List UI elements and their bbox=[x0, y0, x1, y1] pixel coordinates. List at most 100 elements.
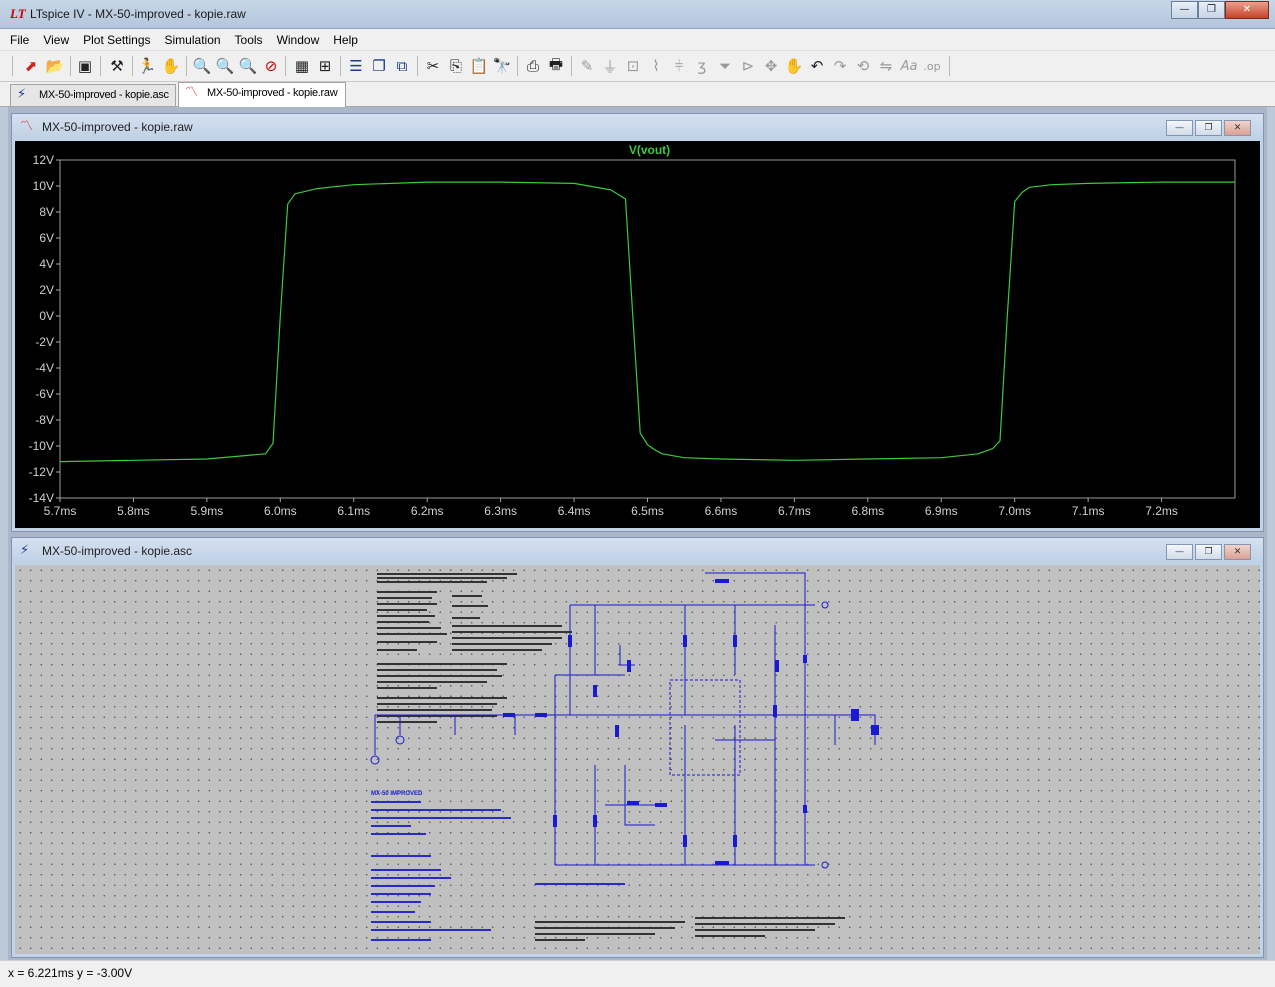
y-tick-label: -6V bbox=[35, 387, 54, 401]
capacitor-icon[interactable]: ⫩ bbox=[668, 55, 690, 77]
toolbar-separator bbox=[571, 56, 572, 76]
trace-label: V(vout) bbox=[629, 143, 670, 157]
axis-settings-icon[interactable]: ⊞ bbox=[314, 55, 336, 77]
x-tick-label: 7.1ms bbox=[1072, 504, 1105, 518]
tab-label: MX-50-improved - kopie.asc bbox=[39, 89, 169, 101]
toolbar-separator bbox=[517, 56, 518, 76]
toolbar-separator bbox=[12, 56, 13, 76]
redo-icon[interactable]: ↷ bbox=[829, 55, 851, 77]
y-tick-label: 12V bbox=[33, 153, 54, 167]
schematic-icon: ⚡ bbox=[20, 543, 30, 558]
maximize-button[interactable]: ❐ bbox=[1198, 1, 1225, 19]
ground-icon[interactable]: ⏚ bbox=[599, 55, 621, 77]
y-tick-label: 6V bbox=[39, 231, 54, 245]
schematic-drawing[interactable]: MX-50 IMPROVED bbox=[15, 565, 1260, 954]
title-bar: LT LTspice IV - MX-50-improved - kopie.r… bbox=[0, 0, 1275, 29]
close-button[interactable]: ✕ bbox=[1225, 1, 1269, 19]
zoom-cancel-icon[interactable]: ⊘ bbox=[260, 55, 282, 77]
toolbar-separator bbox=[70, 56, 71, 76]
halt-icon[interactable]: ✋ bbox=[160, 55, 182, 77]
drag-icon[interactable]: ✋ bbox=[783, 55, 805, 77]
component-icon[interactable]: ⊳ bbox=[737, 55, 759, 77]
x-tick-label: 7.2ms bbox=[1145, 504, 1178, 518]
resistor-icon[interactable]: ⌇ bbox=[645, 55, 667, 77]
menu-bar: File View Plot Settings Simulation Tools… bbox=[0, 29, 1275, 51]
x-tick-label: 5.7ms bbox=[44, 504, 77, 518]
window-title: LTspice IV - MX-50-improved - kopie.raw bbox=[30, 7, 246, 21]
maximize-button[interactable]: ❐ bbox=[1195, 120, 1222, 136]
menu-tools[interactable]: Tools bbox=[235, 33, 263, 47]
minimize-button[interactable]: — bbox=[1166, 544, 1193, 560]
y-tick-label: -14V bbox=[29, 491, 54, 505]
y-tick-label: -2V bbox=[35, 335, 54, 349]
tile-vertical-icon[interactable]: ⧉ bbox=[391, 55, 413, 77]
ltspice-logo-icon: LT bbox=[10, 6, 26, 21]
tile-horizontal-icon[interactable]: ☰ bbox=[345, 55, 367, 77]
print-preview-icon[interactable]: ⎙ bbox=[522, 55, 544, 77]
x-tick-label: 7.0ms bbox=[998, 504, 1031, 518]
draw-wire-icon[interactable]: ✎ bbox=[576, 55, 598, 77]
x-tick-label: 5.8ms bbox=[117, 504, 150, 518]
series-line-vout bbox=[59, 181, 1235, 463]
waveform-chart[interactable]: V(vout) 12V 10V 8V 6V 4V 2V 0V -2V -4V -6V -8V -10V -… bbox=[15, 141, 1260, 530]
status-bar: x = 6.221ms y = -3.00V bbox=[0, 960, 1275, 987]
menu-simulation[interactable]: Simulation bbox=[165, 33, 221, 47]
save-icon[interactable]: ▣ bbox=[74, 55, 96, 77]
cut-icon[interactable]: ✂ bbox=[422, 55, 444, 77]
y-tick-label: 0V bbox=[39, 309, 54, 323]
toolbar-separator bbox=[186, 56, 187, 76]
toolbar-separator bbox=[285, 56, 286, 76]
tab-schematic[interactable]: ⚡ MX-50-improved - kopie.asc bbox=[10, 84, 176, 106]
close-button[interactable]: ✕ bbox=[1224, 544, 1251, 560]
schematic-window-titlebar[interactable]: ⚡ MX-50-improved - kopie.asc — ❐ ✕ bbox=[12, 538, 1263, 564]
paste-icon[interactable]: 📋 bbox=[468, 55, 490, 77]
open-folder-icon[interactable]: 📂 bbox=[44, 55, 66, 77]
zoom-out-icon[interactable]: 🔍 bbox=[237, 55, 259, 77]
minimize-button[interactable]: — bbox=[1166, 120, 1193, 136]
plot-frame bbox=[59, 159, 1236, 499]
schematic-heading: MX-50 IMPROVED bbox=[371, 791, 423, 797]
menu-file[interactable]: File bbox=[10, 33, 29, 47]
autorange-icon[interactable]: ▦ bbox=[291, 55, 313, 77]
schematic-notes bbox=[371, 801, 625, 941]
control-panel-icon[interactable]: ⚒ bbox=[106, 55, 128, 77]
menu-window[interactable]: Window bbox=[277, 33, 320, 47]
maximize-button[interactable]: ❐ bbox=[1195, 544, 1222, 560]
undo-icon[interactable]: ↶ bbox=[806, 55, 828, 77]
menu-plot-settings[interactable]: Plot Settings bbox=[83, 33, 150, 47]
waveform-plot-area[interactable]: V(vout) 12V 10V 8V 6V 4V 2V 0V -2V -4V -6V -8V -10V -… bbox=[15, 141, 1260, 528]
tab-waveform[interactable]: 〽 MX-50-improved - kopie.raw bbox=[178, 82, 346, 107]
zoom-in-icon[interactable]: 🔍 bbox=[191, 55, 213, 77]
mirror-icon[interactable]: ⇋ bbox=[875, 55, 897, 77]
diode-icon[interactable]: ⏷ bbox=[714, 55, 736, 77]
mdi-workspace: 〽 MX-50-improved - kopie.raw — ❐ ✕ V(vou… bbox=[8, 107, 1267, 960]
label-net-icon[interactable]: ⊡ bbox=[622, 55, 644, 77]
minimize-button[interactable]: — bbox=[1171, 1, 1198, 19]
spice-directive-icon[interactable]: .op bbox=[921, 55, 943, 77]
run-icon[interactable]: 🏃 bbox=[136, 55, 158, 77]
close-button[interactable]: ✕ bbox=[1224, 120, 1251, 136]
y-tick-label: 10V bbox=[33, 179, 54, 193]
y-tick-label: 8V bbox=[39, 205, 54, 219]
move-icon[interactable]: ✥ bbox=[760, 55, 782, 77]
zoom-pan-icon[interactable]: 🔍 bbox=[214, 55, 236, 77]
new-schematic-icon[interactable]: ⬈ bbox=[20, 55, 42, 77]
menu-view[interactable]: View bbox=[43, 33, 69, 47]
text-icon[interactable]: Aa bbox=[898, 55, 920, 77]
toolbar-separator bbox=[132, 56, 133, 76]
rotate-icon[interactable]: ⟲ bbox=[852, 55, 874, 77]
cascade-icon[interactable]: ❐ bbox=[368, 55, 390, 77]
schematic-window: ⚡ MX-50-improved - kopie.asc — ❐ ✕ MX-50… bbox=[11, 537, 1264, 958]
print-icon[interactable]: 🖶 bbox=[545, 55, 567, 77]
schematic-canvas[interactable]: MX-50 IMPROVED bbox=[15, 565, 1260, 954]
copy-icon[interactable]: ⎘ bbox=[445, 55, 467, 77]
y-tick-label: -4V bbox=[35, 361, 54, 375]
waveform-window-titlebar[interactable]: 〽 MX-50-improved - kopie.raw — ❐ ✕ bbox=[12, 114, 1263, 140]
y-tick-label: -8V bbox=[35, 413, 54, 427]
x-tick-label: 6.0ms bbox=[264, 504, 297, 518]
find-icon[interactable]: 🔭 bbox=[491, 55, 513, 77]
inductor-icon[interactable]: ʒ bbox=[691, 55, 713, 77]
menu-help[interactable]: Help bbox=[333, 33, 358, 47]
waveform-icon: 〽 bbox=[185, 85, 198, 100]
y-tick-label: -12V bbox=[29, 465, 54, 479]
